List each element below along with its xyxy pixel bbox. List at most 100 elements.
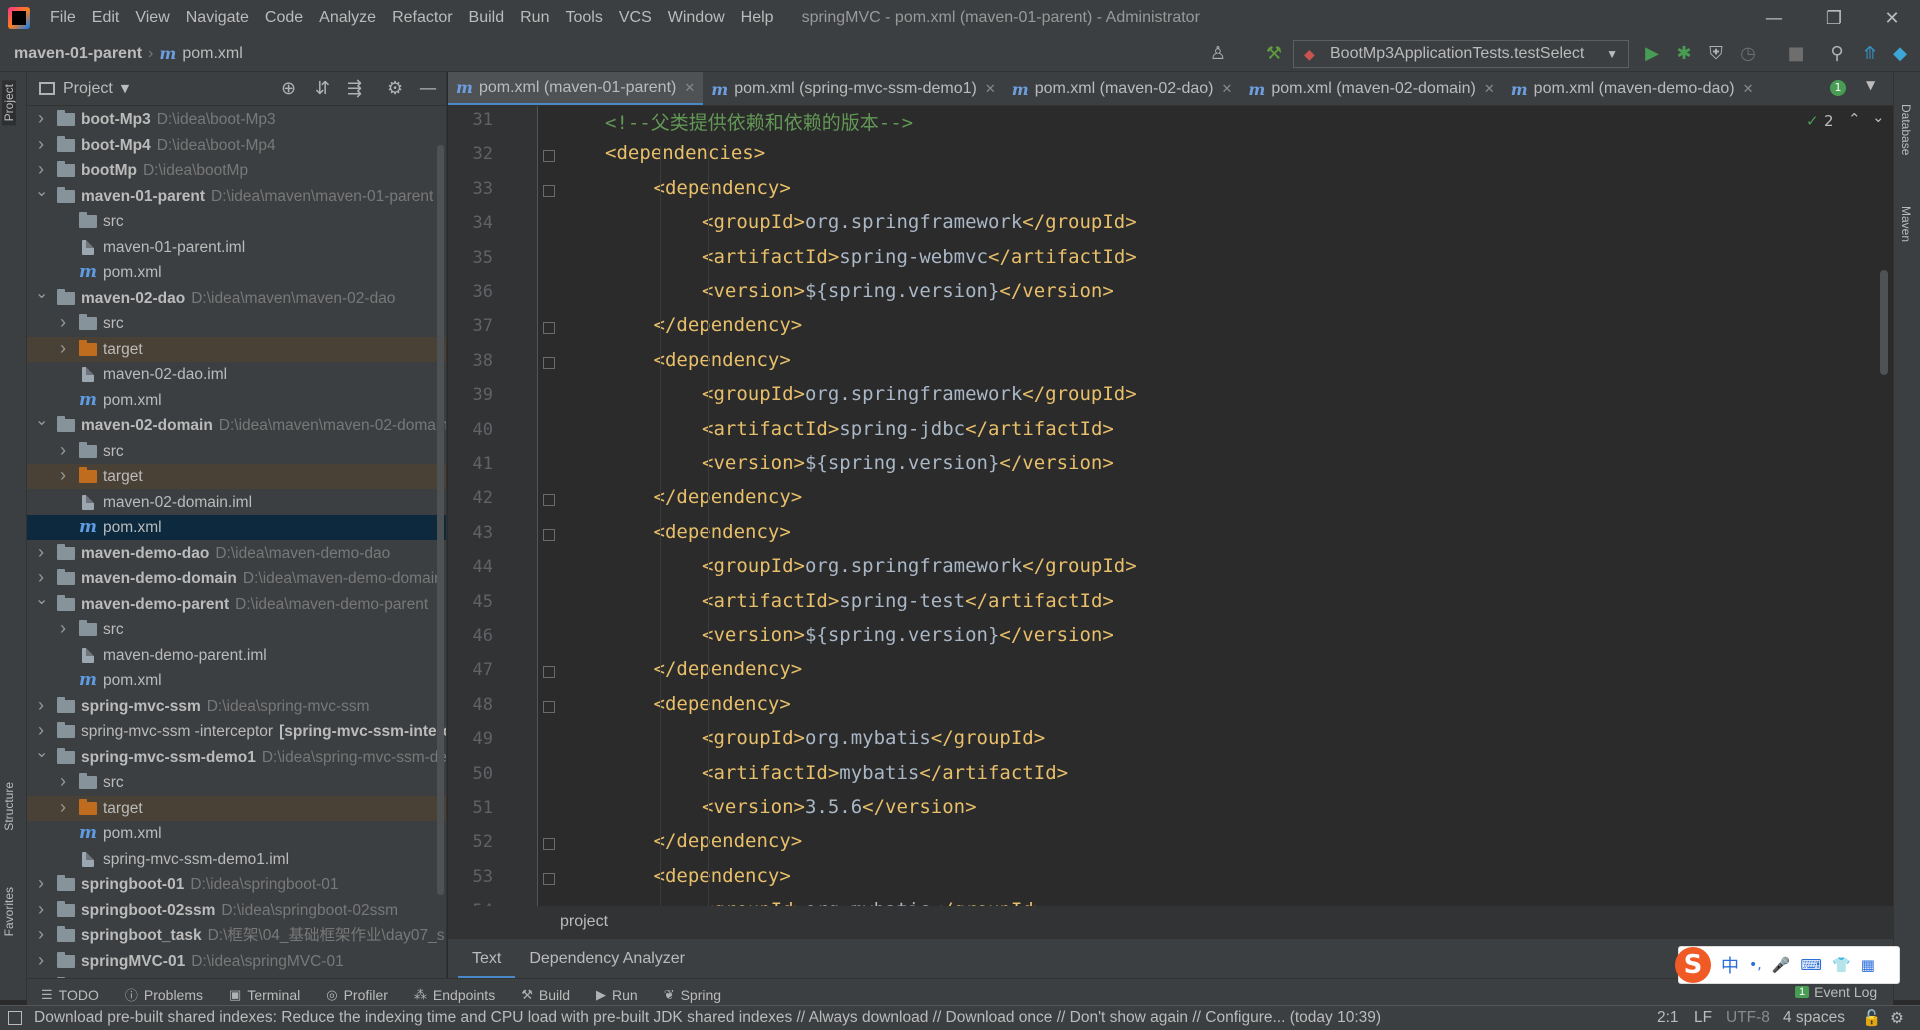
fold-marker-icon[interactable]	[543, 150, 555, 163]
fold-marker-icon[interactable]	[543, 666, 555, 679]
tree-row[interactable]: › src	[27, 617, 446, 642]
chevron-right-icon[interactable]: ›	[35, 133, 47, 157]
tree-row[interactable]: ⌄ maven-02-dao D:\idea\maven\maven-02-dao	[27, 286, 446, 311]
coverage-icon[interactable]: ⛨	[1704, 42, 1728, 66]
editor-tab[interactable]: m pom.xml (maven-01-parent) ✕	[448, 72, 704, 105]
line-separator[interactable]: LF	[1694, 1009, 1712, 1027]
minimize-button[interactable]: —	[1746, 0, 1802, 36]
tree-row[interactable]: m pom.xml	[27, 515, 446, 540]
status-panel-icon[interactable]	[8, 1011, 22, 1025]
menu-tools[interactable]: Tools	[557, 9, 610, 27]
tree-row[interactable]: ⌄ maven-demo-parent D:\idea\maven-demo-par…	[27, 592, 446, 617]
tool-tab-maven[interactable]: Maven	[1899, 206, 1913, 242]
tool-window-profiler[interactable]: ◎ Profiler	[326, 987, 388, 1003]
inspection-count[interactable]: 2	[1824, 112, 1834, 130]
file-encoding[interactable]: UTF-8	[1726, 1009, 1770, 1027]
tree-row[interactable]: maven-02-domain.iml	[27, 490, 446, 515]
gear-icon[interactable]: ⚙	[387, 78, 403, 99]
chevron-down-icon[interactable]: ⌄	[35, 592, 48, 612]
chevron-down-icon[interactable]: ⌄	[35, 745, 48, 765]
tree-row[interactable]: ⌄ maven-02-domain D:\idea\maven\maven-02-d…	[27, 413, 446, 438]
collapse-all-icon[interactable]: ⇶	[347, 78, 362, 99]
ime-chinese-mode[interactable]: 中	[1721, 952, 1739, 978]
fold-marker-icon[interactable]	[543, 494, 555, 507]
subtab-text[interactable]: Text	[458, 939, 516, 979]
menu-file[interactable]: File	[42, 9, 84, 27]
close-tab-icon[interactable]: ✕	[1221, 81, 1232, 97]
tool-window-build[interactable]: ⚒ Build	[521, 987, 570, 1003]
fold-marker-icon[interactable]	[543, 322, 555, 335]
menu-window[interactable]: Window	[660, 9, 733, 27]
memory-indicator-icon[interactable]: ⚙	[1890, 1009, 1904, 1028]
chevron-right-icon[interactable]: ›	[57, 617, 69, 641]
previous-highlight-icon[interactable]: ⌃	[1848, 110, 1861, 128]
editor-tab[interactable]: m pom.xml (spring-mvc-ssm-demo1) ✕	[703, 72, 1004, 105]
user-icon[interactable]: ♙	[1206, 42, 1230, 66]
chevron-down-icon[interactable]: ▼	[121, 82, 129, 95]
tree-row[interactable]: › boot-Mp4 D:\idea\boot-Mp4	[27, 133, 446, 158]
chevron-right-icon[interactable]: ›	[57, 337, 69, 361]
search-icon[interactable]: ⚲	[1825, 42, 1849, 66]
fold-marker-icon[interactable]	[543, 872, 555, 885]
fold-marker-icon[interactable]	[543, 184, 555, 197]
close-tab-icon[interactable]: ✕	[985, 81, 996, 97]
chevron-right-icon[interactable]: ›	[35, 923, 47, 947]
editor-scrollbar[interactable]	[1880, 270, 1888, 375]
chevron-down-icon[interactable]: ⌄	[35, 413, 48, 433]
tool-window-endpoints[interactable]: ⁂ Endpoints	[414, 987, 495, 1003]
event-log-button[interactable]: 1 Event Log	[1795, 984, 1877, 1000]
inspection-check-icon[interactable]: ✓	[1806, 112, 1819, 130]
chevron-right-icon[interactable]: ›	[57, 770, 69, 794]
tree-row[interactable]: spring-mvc-ssm-demo1.iml	[27, 847, 446, 872]
menu-help[interactable]: Help	[733, 9, 782, 27]
menu-analyze[interactable]: Analyze	[311, 9, 384, 27]
editor-tab[interactable]: m pom.xml (maven-02-dao) ✕	[1004, 72, 1241, 105]
chevron-right-icon[interactable]: ›	[35, 898, 47, 922]
hide-panel-icon[interactable]: —	[419, 78, 437, 99]
ime-menu-icon[interactable]: ▦	[1861, 956, 1875, 974]
menu-navigate[interactable]: Navigate	[178, 9, 257, 27]
ime-keyboard-icon[interactable]: ⌨	[1800, 956, 1822, 974]
chevron-right-icon[interactable]: ›	[57, 796, 69, 820]
tree-row[interactable]: › target	[27, 795, 446, 821]
tree-row[interactable]: maven-demo-parent.iml	[27, 643, 446, 668]
fold-marker-icon[interactable]	[543, 528, 555, 541]
tree-row[interactable]: › target	[27, 464, 446, 489]
fold-marker-icon[interactable]	[543, 356, 555, 369]
tree-row[interactable]: › maven-demo-domain D:\idea\maven-demo-dom…	[27, 566, 446, 591]
tree-row[interactable]: › springboot_task D:\框架\04_基础框架作业\day07_s	[27, 923, 446, 948]
tree-row[interactable]: › spring-mvc-ssm -interceptor [spring-mvc-…	[27, 719, 446, 744]
tool-tab-project[interactable]: Project	[2, 80, 16, 126]
fold-marker-icon[interactable]	[543, 700, 555, 713]
update-icon[interactable]: ⤊	[1858, 42, 1882, 66]
menu-build[interactable]: Build	[461, 9, 513, 27]
chevron-right-icon[interactable]: ›	[35, 719, 47, 743]
tool-window-run[interactable]: ▶ Run	[596, 987, 638, 1003]
chevron-right-icon[interactable]: ›	[35, 872, 47, 896]
chevron-right-icon[interactable]: ›	[35, 694, 47, 718]
menu-view[interactable]: View	[127, 9, 177, 27]
tree-row[interactable]: m pom.xml	[27, 260, 446, 285]
tool-tab-favorites[interactable]: Favorites	[2, 887, 16, 936]
chevron-down-icon[interactable]: ⌄	[35, 286, 48, 306]
chevron-right-icon[interactable]: ›	[35, 541, 47, 565]
ime-voice-icon[interactable]: 🎤	[1772, 956, 1791, 974]
chevron-right-icon[interactable]: ›	[35, 158, 47, 182]
tree-row[interactable]: › target	[27, 336, 446, 362]
next-highlight-icon[interactable]: ⌄	[1872, 108, 1885, 126]
tool-window-spring[interactable]: ❦ Spring	[664, 987, 721, 1003]
close-tab-icon[interactable]: ✕	[684, 80, 695, 96]
code-editor[interactable]: 31 32 33 34 35 36 37 38 39 40 41 42 43 44 45 46 47 48 49 50…	[448, 106, 1893, 906]
locate-icon[interactable]: ⊕	[281, 78, 296, 99]
tree-row[interactable]: › springboot-02ssm D:\idea\springboot-02ss…	[27, 898, 446, 923]
tree-row[interactable]: ⌄ spring-mvc-ssm-demo1 D:\idea\spring-mvc-…	[27, 745, 446, 770]
project-view-select[interactable]: Project	[63, 80, 113, 98]
tree-row[interactable]: › src	[27, 770, 446, 795]
tree-row[interactable]: › maven-demo-dao D:\idea\maven-demo-dao	[27, 541, 446, 566]
tree-row[interactable]: maven-01-parent.iml	[27, 235, 446, 260]
inspection-ok-icon[interactable]: 1	[1830, 80, 1846, 96]
chevron-down-icon[interactable]: ⌄	[35, 184, 48, 204]
tree-row[interactable]: › bootMp D:\idea\bootMp	[27, 158, 446, 183]
tree-row[interactable]: src	[27, 209, 446, 234]
tabs-dropdown-icon[interactable]: ▼	[1866, 78, 1875, 92]
